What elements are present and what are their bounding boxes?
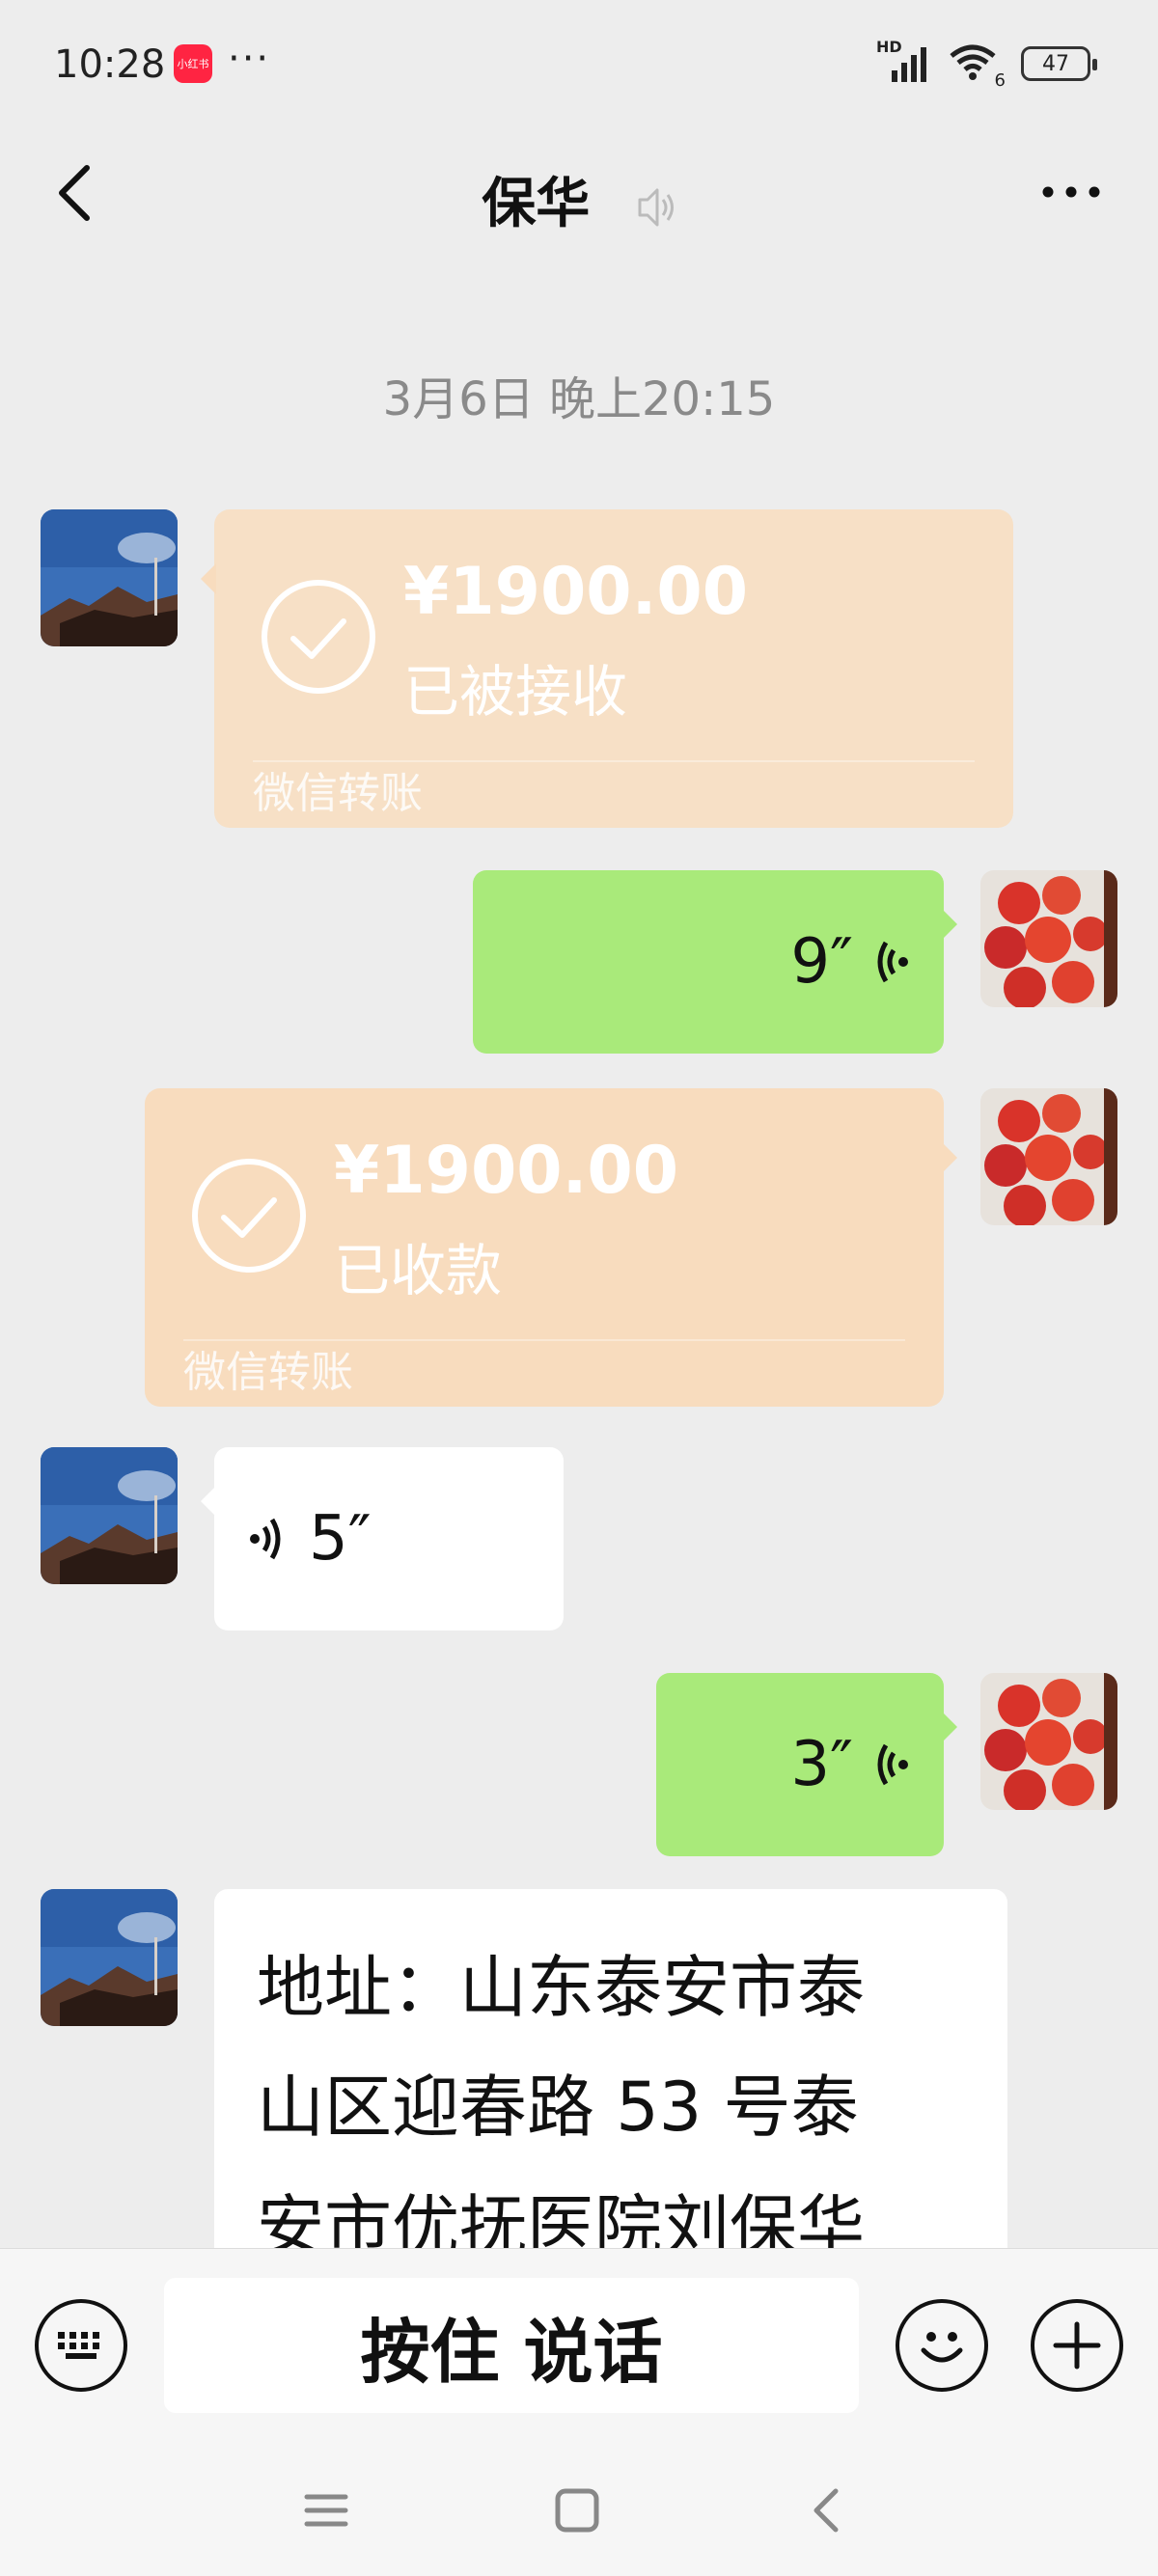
system-nav-bar: [0, 2441, 1158, 2576]
signal-icon: HD: [876, 38, 932, 84]
message-timestamp: 3月6日 晚上20:15: [382, 372, 776, 426]
voice-duration: 9″: [790, 926, 853, 998]
transfer-footer: 微信转账: [253, 769, 423, 818]
voice-wave-icon: [250, 1518, 281, 1560]
xiaohongshu-app-icon: 小红书: [174, 44, 212, 83]
voice-duration: 3″: [790, 1729, 853, 1800]
check-circle-icon: [262, 580, 375, 694]
avatar[interactable]: [41, 509, 178, 646]
chat-title-wrap: 保华: [0, 160, 1158, 238]
keyboard-button[interactable]: [35, 2299, 127, 2392]
voice-wave-icon: [877, 1743, 908, 1786]
voice-message[interactable]: 9″: [473, 870, 957, 1054]
keyboard-icon: [58, 2332, 99, 2359]
text-line: 山区迎春路 53 号泰: [257, 2068, 859, 2147]
voice-wave-icon: [877, 941, 908, 983]
wifi-icon: 6: [948, 42, 1006, 91]
plus-button[interactable]: [1031, 2299, 1123, 2392]
input-bar: 按住 说话: [0, 2248, 1158, 2441]
chat-header: 保华: [0, 135, 1158, 251]
home-button[interactable]: [548, 2481, 606, 2539]
back-icon: [813, 2488, 839, 2533]
chat-title: 保华: [482, 173, 591, 235]
transfer-status: 已收款: [334, 1238, 503, 1303]
status-time: 10:28: [54, 42, 166, 87]
transfer-amount: ¥1900.00: [334, 1133, 679, 1209]
transfer-card[interactable]: ¥1900.00 已被接收 微信转账: [201, 509, 1013, 828]
avatar[interactable]: [980, 870, 1117, 1007]
avatar[interactable]: [41, 1889, 178, 2026]
emoji-button[interactable]: [896, 2299, 988, 2392]
more-button[interactable]: [1033, 168, 1110, 216]
avatar[interactable]: [980, 1088, 1117, 1225]
status-right: HD 6 47: [876, 38, 1097, 91]
avatar[interactable]: [41, 1447, 178, 1584]
transfer-status: 已被接收: [403, 659, 628, 725]
status-bar: 10:28 小红书 ··· HD 6 47: [0, 0, 1158, 135]
text-line: 地址：山东泰安市泰: [257, 1948, 865, 2027]
voice-duration: 5″: [309, 1503, 372, 1575]
check-circle-icon: [192, 1159, 306, 1273]
system-back-button[interactable]: [799, 2481, 857, 2539]
home-icon: [555, 2488, 599, 2533]
plus-icon: [1053, 2321, 1101, 2370]
voice-message[interactable]: 5″: [201, 1447, 564, 1631]
transfer-footer: 微信转账: [183, 1348, 353, 1397]
battery-icon: 47: [1021, 46, 1097, 81]
transfer-card[interactable]: ¥1900.00 已收款 微信转账: [145, 1088, 957, 1407]
transfer-amount: ¥1900.00: [403, 554, 749, 630]
avatar[interactable]: [980, 1673, 1117, 1810]
emoji-icon: [921, 2332, 963, 2363]
text-message[interactable]: 地址：山东泰安市泰 山区迎春路 53 号泰 安市优抚医院刘保华: [214, 1889, 1007, 2248]
voice-message[interactable]: 3″: [656, 1673, 957, 1856]
more-icon: [1042, 186, 1100, 198]
menu-icon: [304, 2494, 348, 2527]
status-more-dots: ···: [228, 37, 271, 81]
text-line: 安市优抚医院刘保华: [257, 2187, 865, 2248]
menu-button[interactable]: [297, 2481, 355, 2539]
mute-icon: [638, 188, 674, 227]
hold-to-talk-button[interactable]: 按住 说话: [164, 2278, 859, 2413]
